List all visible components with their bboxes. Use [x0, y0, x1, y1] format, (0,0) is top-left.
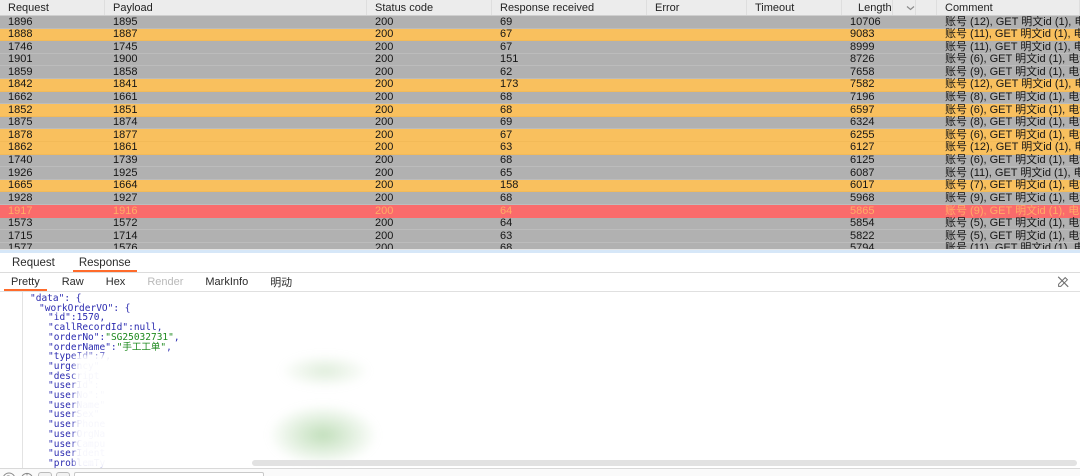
- table-row[interactable]: 1740 1739 200 68 6125 账号 (6), GET 明文id (…: [0, 154, 1080, 168]
- table-row[interactable]: 1878 1877 200 67 6255 账号 (6), GET 明文id (…: [0, 129, 1080, 142]
- search-next-button[interactable]: ›: [56, 472, 70, 476]
- search-footer: ‹ ›: [0, 468, 1080, 476]
- table-row[interactable]: 1665 1664 200 158 6017 账号 (7), GET 明文id …: [0, 179, 1080, 193]
- table-row[interactable]: 1928 1927 200 68 5968 账号 (9), GET 明文id (…: [0, 192, 1080, 205]
- redaction-smudge: [268, 404, 378, 466]
- column-header-status-code[interactable]: Status code: [367, 0, 492, 15]
- search-prev-button[interactable]: ‹: [38, 472, 52, 476]
- table-row[interactable]: 1875 1874 200 69 6324 账号 (8), GET 明文id (…: [0, 116, 1080, 130]
- column-header-payload[interactable]: Payload: [105, 0, 367, 15]
- results-table-body: 1896 1895 200 69 10706 账号 (12), GET 明文id…: [0, 16, 1080, 249]
- response-body-panel: "data": {"workOrderVO": {"id":1570, "call…: [0, 292, 1080, 468]
- response-format-tabbar: Pretty Raw Hex Render MarkInfo 明动: [0, 273, 1080, 292]
- subtab-raw[interactable]: Raw: [51, 273, 95, 291]
- search-icon[interactable]: [2, 472, 16, 476]
- intruder-results-window: Request Payload Status code Response rec…: [0, 0, 1080, 476]
- subtab-pretty[interactable]: Pretty: [0, 273, 51, 291]
- table-row[interactable]: 1859 1858 200 62 7658 账号 (9), GET 明文id (…: [0, 66, 1080, 79]
- subtab-hex[interactable]: Hex: [95, 273, 137, 291]
- column-header-length[interactable]: Length: [842, 0, 937, 15]
- table-row[interactable]: 1746 1745 200 67 8999 账号 (11), GET 明文id …: [0, 41, 1080, 54]
- column-header-timeout[interactable]: Timeout: [747, 0, 842, 15]
- table-row[interactable]: 1896 1895 200 69 10706 账号 (12), GET 明文id…: [0, 16, 1080, 29]
- table-row[interactable]: 1852 1851 200 68 6597 账号 (6), GET 明文id (…: [0, 104, 1080, 117]
- table-row[interactable]: 1715 1714 200 63 5822 账号 (5), GET 明文id (…: [0, 230, 1080, 243]
- sort-descending-icon: [898, 0, 916, 15]
- column-header-response-received[interactable]: Response received: [492, 0, 647, 15]
- column-header-request[interactable]: Request: [0, 0, 105, 15]
- search-input[interactable]: [74, 472, 264, 476]
- table-row[interactable]: 1917 1916 200 64 5865 账号 (9), GET 明文id (…: [0, 204, 1080, 218]
- table-row[interactable]: 1862 1861 200 63 6127 账号 (12), GET 明文id …: [0, 141, 1080, 155]
- results-table-header: Request Payload Status code Response rec…: [0, 0, 1080, 16]
- table-row[interactable]: 1662 1661 200 68 7196 账号 (8), GET 明文id (…: [0, 91, 1080, 105]
- table-row[interactable]: 1573 1572 200 64 5854 账号 (5), GET 明文id (…: [0, 217, 1080, 231]
- table-row[interactable]: 1926 1925 200 65 6087 账号 (11), GET 明文id …: [0, 167, 1080, 180]
- table-row[interactable]: 1888 1887 200 67 9083 账号 (11), GET 明文id …: [0, 28, 1080, 42]
- redaction-smudge: [280, 354, 370, 388]
- column-header-error[interactable]: Error: [647, 0, 747, 15]
- tab-response[interactable]: Response: [67, 253, 143, 272]
- gear-icon[interactable]: [20, 472, 34, 476]
- subtab-mingdong[interactable]: 明动: [259, 273, 303, 291]
- message-viewer-tabbar: Request Response: [0, 253, 1080, 273]
- table-row[interactable]: 1577 1576 200 68 5794 账号 (11), GET 明文id …: [0, 242, 1080, 249]
- attack-results-table: Request Payload Status code Response rec…: [0, 0, 1080, 250]
- subtab-markinfo[interactable]: MarkInfo: [194, 273, 259, 291]
- table-row[interactable]: 1842 1841 200 173 7582 账号 (12), GET 明文id…: [0, 78, 1080, 92]
- response-horizontal-scrollbar[interactable]: [252, 460, 1077, 466]
- column-header-comment[interactable]: Comment: [937, 0, 1080, 15]
- tab-request[interactable]: Request: [0, 253, 67, 272]
- table-row[interactable]: 1901 1900 200 151 8726 账号 (6), GET 明文id …: [0, 53, 1080, 67]
- subtab-render[interactable]: Render: [136, 273, 194, 291]
- code-gutter-divider: [22, 292, 23, 468]
